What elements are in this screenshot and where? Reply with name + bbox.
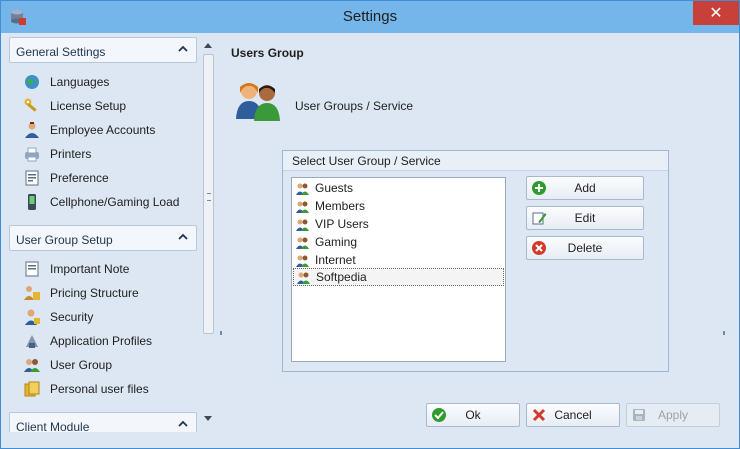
splitter-handle[interactable]	[220, 331, 222, 335]
save-icon	[633, 409, 645, 421]
list-item-gaming[interactable]: Gaming	[293, 233, 504, 251]
delete-icon	[532, 241, 546, 255]
sidebar-item-printers[interactable]: Printers	[23, 144, 198, 164]
sidebar-item-pricing-structure[interactable]: Pricing Structure	[23, 283, 198, 303]
page-subtitle: User Groups / Service	[295, 99, 414, 113]
list-item-vip-users[interactable]: VIP Users	[293, 215, 504, 233]
user-group-icon	[296, 255, 309, 267]
user-group-icon	[296, 201, 309, 213]
scrollbar-grip	[207, 193, 211, 201]
cancel-icon	[532, 408, 546, 422]
cancel-button[interactable]: Cancel	[526, 403, 620, 427]
list-item-label: Guests	[315, 181, 354, 195]
group-header-client-module[interactable]: Client Module	[9, 412, 197, 434]
user-group-icon	[296, 237, 309, 249]
list-item-guests[interactable]: Guests	[293, 179, 504, 197]
list-item-label: Internet	[315, 253, 356, 267]
chevron-up-icon[interactable]	[178, 419, 188, 429]
groupbox-title: Select User Group / Service	[283, 151, 668, 171]
page-title: Users Group	[231, 46, 304, 60]
add-icon	[532, 181, 546, 195]
apply-button[interactable]: Apply	[626, 403, 720, 427]
window-title: Settings	[342, 8, 398, 25]
user-group-icon	[296, 183, 309, 195]
pricing-icon	[24, 286, 40, 300]
check-icon	[432, 408, 446, 422]
users-icon	[24, 359, 40, 372]
scrollbar-thumb[interactable]	[203, 54, 214, 334]
sidebar-item-security[interactable]: Security	[23, 307, 198, 327]
user-group-icon	[296, 219, 309, 231]
group-header-user-group-setup[interactable]: User Group Setup	[9, 225, 197, 251]
user-group-groupbox: Select User Group / Service Guests Membe…	[282, 150, 669, 372]
group-header-label: Client Module	[16, 420, 90, 434]
group-header-general-settings[interactable]: General Settings	[9, 37, 197, 63]
sidebar-item-label: Printers	[50, 147, 92, 161]
list-item-members[interactable]: Members	[293, 197, 504, 215]
sidebar-item-label: Important Note	[50, 262, 130, 276]
sidebar-item-license-setup[interactable]: License Setup	[23, 96, 198, 116]
sidebar-item-languages[interactable]: Languages	[23, 72, 198, 92]
files-icon	[24, 381, 40, 397]
settings-window: Settings ✕ General Settings Languages Li…	[0, 0, 740, 449]
sidebar-item-employee-accounts[interactable]: Employee Accounts	[23, 120, 198, 140]
ok-button[interactable]: Ok	[426, 403, 520, 427]
close-button[interactable]: ✕	[693, 1, 739, 25]
note-icon	[25, 261, 39, 277]
printer-icon	[25, 147, 39, 162]
sidebar-item-label: Personal user files	[50, 382, 149, 396]
preference-icon	[25, 170, 39, 186]
edit-button[interactable]: Edit	[526, 206, 644, 230]
sidebar-item-label: Application Profiles	[50, 334, 153, 348]
globe-icon	[25, 75, 39, 89]
user-group-list[interactable]: Guests Members VIP Users Gaming Internet…	[291, 177, 506, 362]
sidebar-item-personal-user-files[interactable]: Personal user files	[23, 379, 198, 399]
sidebar-item-preference[interactable]: Preference	[23, 168, 198, 188]
list-item-softpedia[interactable]: Softpedia	[293, 268, 504, 286]
delete-button[interactable]: Delete	[526, 236, 644, 260]
splitter-handle[interactable]	[723, 331, 725, 335]
list-item-label: VIP Users	[315, 217, 369, 231]
group-header-label: User Group Setup	[16, 233, 113, 247]
scroll-down-arrow-icon[interactable]	[203, 415, 213, 423]
list-item-label: Softpedia	[316, 270, 367, 284]
group-header-label: General Settings	[16, 45, 106, 59]
list-item-label: Members	[315, 199, 366, 213]
sidebar-item-user-group[interactable]: User Group	[23, 355, 198, 375]
add-button[interactable]: Add	[526, 176, 644, 200]
sidebar-item-label: User Group	[50, 358, 113, 372]
application-icon	[26, 335, 38, 348]
sidebar-item-label: Languages	[50, 75, 110, 89]
keys-icon	[24, 98, 37, 112]
user-group-icon	[297, 272, 310, 284]
sidebar-item-cellphone-gaming-load[interactable]: Cellphone/Gaming Load	[23, 192, 198, 212]
cellphone-icon	[28, 194, 36, 210]
sidebar-item-label: Security	[50, 310, 94, 324]
list-item-internet[interactable]: Internet	[293, 251, 504, 269]
sidebar-item-label: Employee Accounts	[50, 123, 156, 137]
edit-icon	[532, 212, 547, 225]
list-item-label: Gaming	[315, 235, 358, 249]
security-icon	[25, 309, 40, 325]
sidebar-item-label: License Setup	[50, 99, 127, 113]
employee-icon	[25, 122, 39, 138]
users-group-icon	[236, 83, 280, 121]
chevron-up-icon[interactable]	[178, 44, 188, 54]
chevron-up-icon[interactable]	[178, 232, 188, 242]
sidebar-item-application-profiles[interactable]: Application Profiles	[23, 331, 198, 351]
sidebar-item-label: Preference	[50, 171, 109, 185]
sidebar-item-important-note[interactable]: Important Note	[23, 259, 198, 279]
scroll-up-arrow-icon[interactable]	[203, 41, 213, 49]
sidebar-item-label: Pricing Structure	[50, 286, 139, 300]
sidebar-scrollbar[interactable]	[201, 37, 215, 429]
title-bar[interactable]: Settings ✕	[1, 1, 739, 33]
close-icon: ✕	[709, 3, 723, 22]
sidebar-item-label: Cellphone/Gaming Load	[50, 195, 180, 209]
